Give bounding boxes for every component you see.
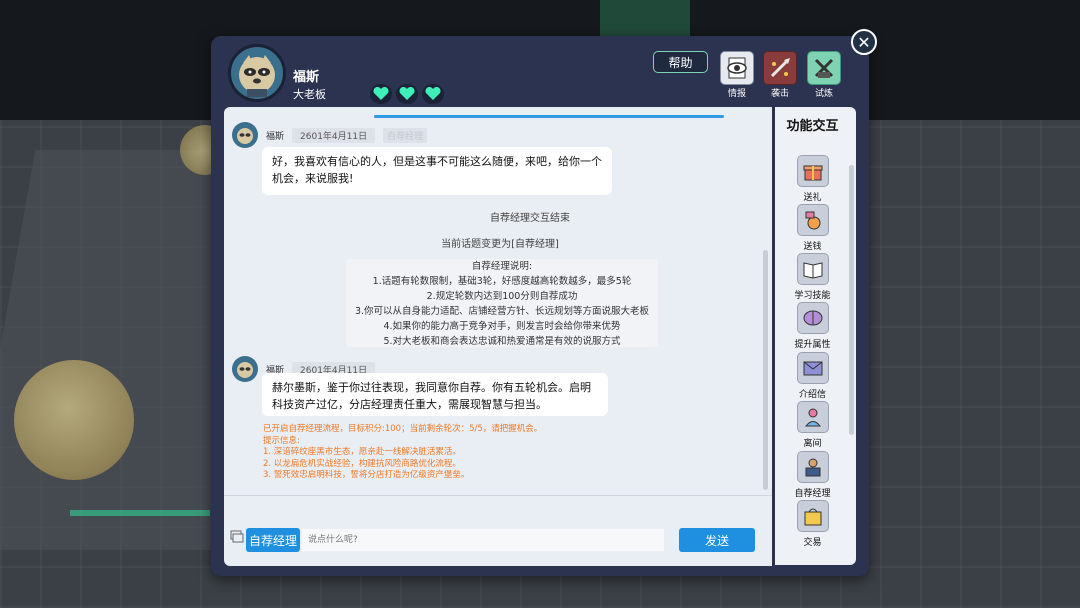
message-input[interactable] xyxy=(302,529,664,551)
message-bubble: 赫尔墨斯，鉴于你过往表现，我同意你自荐。你有五轮机会。启明科技资产过亿，分店经理… xyxy=(262,373,608,416)
rules-line: 4.如果你的能力高于竞争对手，则发言时会给你带来优势 xyxy=(383,321,621,332)
rules-line: 2.规定轮数内达到100分则自荐成功 xyxy=(426,291,578,302)
heart-icon xyxy=(370,84,392,104)
learn-skill-button[interactable]: 学习技能 xyxy=(775,253,850,301)
introduction-letter-button[interactable]: 介绍信 xyxy=(775,352,850,400)
money-bag-icon xyxy=(796,204,829,236)
introduction-letter-label: 介绍信 xyxy=(798,390,826,400)
notice-line: 已开启自荐经理流程，目标积分:100；当前剩余轮次：5/5，请把握机会。 xyxy=(263,424,543,434)
chat-scrollbar[interactable] xyxy=(763,250,768,490)
message-date: 2601年4月11日 xyxy=(292,127,376,143)
heart-icon xyxy=(422,84,444,104)
attack-icon xyxy=(770,58,790,78)
gift-button[interactable]: 送礼 xyxy=(775,155,850,203)
gift-label: 送礼 xyxy=(803,193,822,203)
help-button[interactable]: 帮助 xyxy=(653,51,708,73)
improve-attribute-button[interactable]: 提升属性 xyxy=(775,302,850,350)
system-message: 当前话题变更为[自荐经理] xyxy=(441,239,559,250)
person-icon xyxy=(796,401,829,433)
notice-tip: 3. 誓死效忠启明科技，誓将分店打造为亿级资产堡垒。 xyxy=(263,470,470,480)
chat-bubble-icon[interactable] xyxy=(230,530,244,547)
sender-avatar-icon xyxy=(232,122,258,148)
sow-discord-button[interactable]: 离间 xyxy=(775,401,850,449)
chat-top-indicator xyxy=(374,115,724,118)
send-button[interactable]: 发送 xyxy=(679,528,755,552)
notice-line: 提示信息: xyxy=(263,435,300,446)
message-bubble: 好，我喜欢有信心的人，但是这事不可能这么随便，来吧，给你一个机会，来说服我! xyxy=(262,147,612,195)
function-panel-scrollbar[interactable] xyxy=(849,165,854,435)
notice-tip: 1. 深谙碎纹座黑市生态，愿亲赴一线解决脏活累活。 xyxy=(263,447,461,457)
notice-tip: 2. 以龙扁危机实战经验，构建抗风险商路优化流程。 xyxy=(263,458,461,469)
rules-box: 自荐经理说明: 1.话题有轮数限制，基础3轮，好感度越高轮数越多，最多5轮 2.… xyxy=(346,259,658,347)
notice-text: 已开启自荐经理流程，目标积分:100；当前剩余轮次：5/5，请把握机会。 提示信… xyxy=(263,424,542,482)
rules-line: 3.你可以从自身能力适配、店铺经营方针、长远规划等方面说服大老板 xyxy=(354,306,650,317)
message-topic: 自荐经理 xyxy=(383,127,428,143)
book-icon xyxy=(796,253,829,285)
manager-icon xyxy=(796,451,829,483)
sow-discord-label: 离间 xyxy=(803,439,822,449)
trial-icon xyxy=(814,58,834,78)
rules-line: 1.话题有轮数限制，基础3轮，好感度越高轮数越多，最多5轮 xyxy=(372,276,632,287)
gift-icon xyxy=(796,155,829,187)
attack-button[interactable] xyxy=(763,51,797,85)
function-panel-title: 功能交互 xyxy=(786,119,839,134)
npc-character xyxy=(14,360,134,480)
affection-hearts xyxy=(370,84,444,104)
trade-label: 交易 xyxy=(803,538,822,548)
npc-name: 福斯 xyxy=(293,70,320,85)
envelope-icon xyxy=(796,352,829,384)
raccoon-face-icon xyxy=(239,55,275,97)
sender-avatar-icon xyxy=(232,356,258,382)
shopping-bag-icon xyxy=(796,500,829,532)
trial-button[interactable] xyxy=(807,51,841,85)
intel-label: 情报 xyxy=(727,89,746,99)
money-button[interactable]: 送钱 xyxy=(775,204,850,252)
intel-button[interactable] xyxy=(720,51,754,85)
npc-avatar xyxy=(228,44,286,102)
learn-skill-label: 学习技能 xyxy=(794,291,831,301)
system-message: 自荐经理交互结束 xyxy=(490,213,570,224)
trial-label: 试炼 xyxy=(814,89,833,99)
money-label: 送钱 xyxy=(803,242,822,252)
rules-title: 自荐经理说明: xyxy=(471,261,533,272)
topic-button[interactable]: 自荐经理 xyxy=(246,528,300,552)
sender-name: 福斯 xyxy=(266,131,285,142)
floor-light-bar xyxy=(70,510,210,516)
trade-button[interactable]: 交易 xyxy=(775,500,850,548)
rules-line: 5.对大老板和商会表达忠诚和热爱通常是有效的说服方式 xyxy=(383,336,621,347)
npc-title: 大老板 xyxy=(293,88,326,101)
message-header: 福斯 2601年4月11日 自荐经理 xyxy=(232,122,428,148)
improve-attribute-label: 提升属性 xyxy=(794,340,831,350)
heart-icon xyxy=(396,84,418,104)
close-button[interactable]: ✕ xyxy=(851,29,877,55)
eye-document-icon xyxy=(727,57,747,79)
self-recommend-manager-label: 自荐经理 xyxy=(794,489,831,499)
attack-label: 袭击 xyxy=(770,89,789,99)
brain-icon xyxy=(796,302,829,334)
self-recommend-manager-button[interactable]: 自荐经理 xyxy=(775,451,850,499)
